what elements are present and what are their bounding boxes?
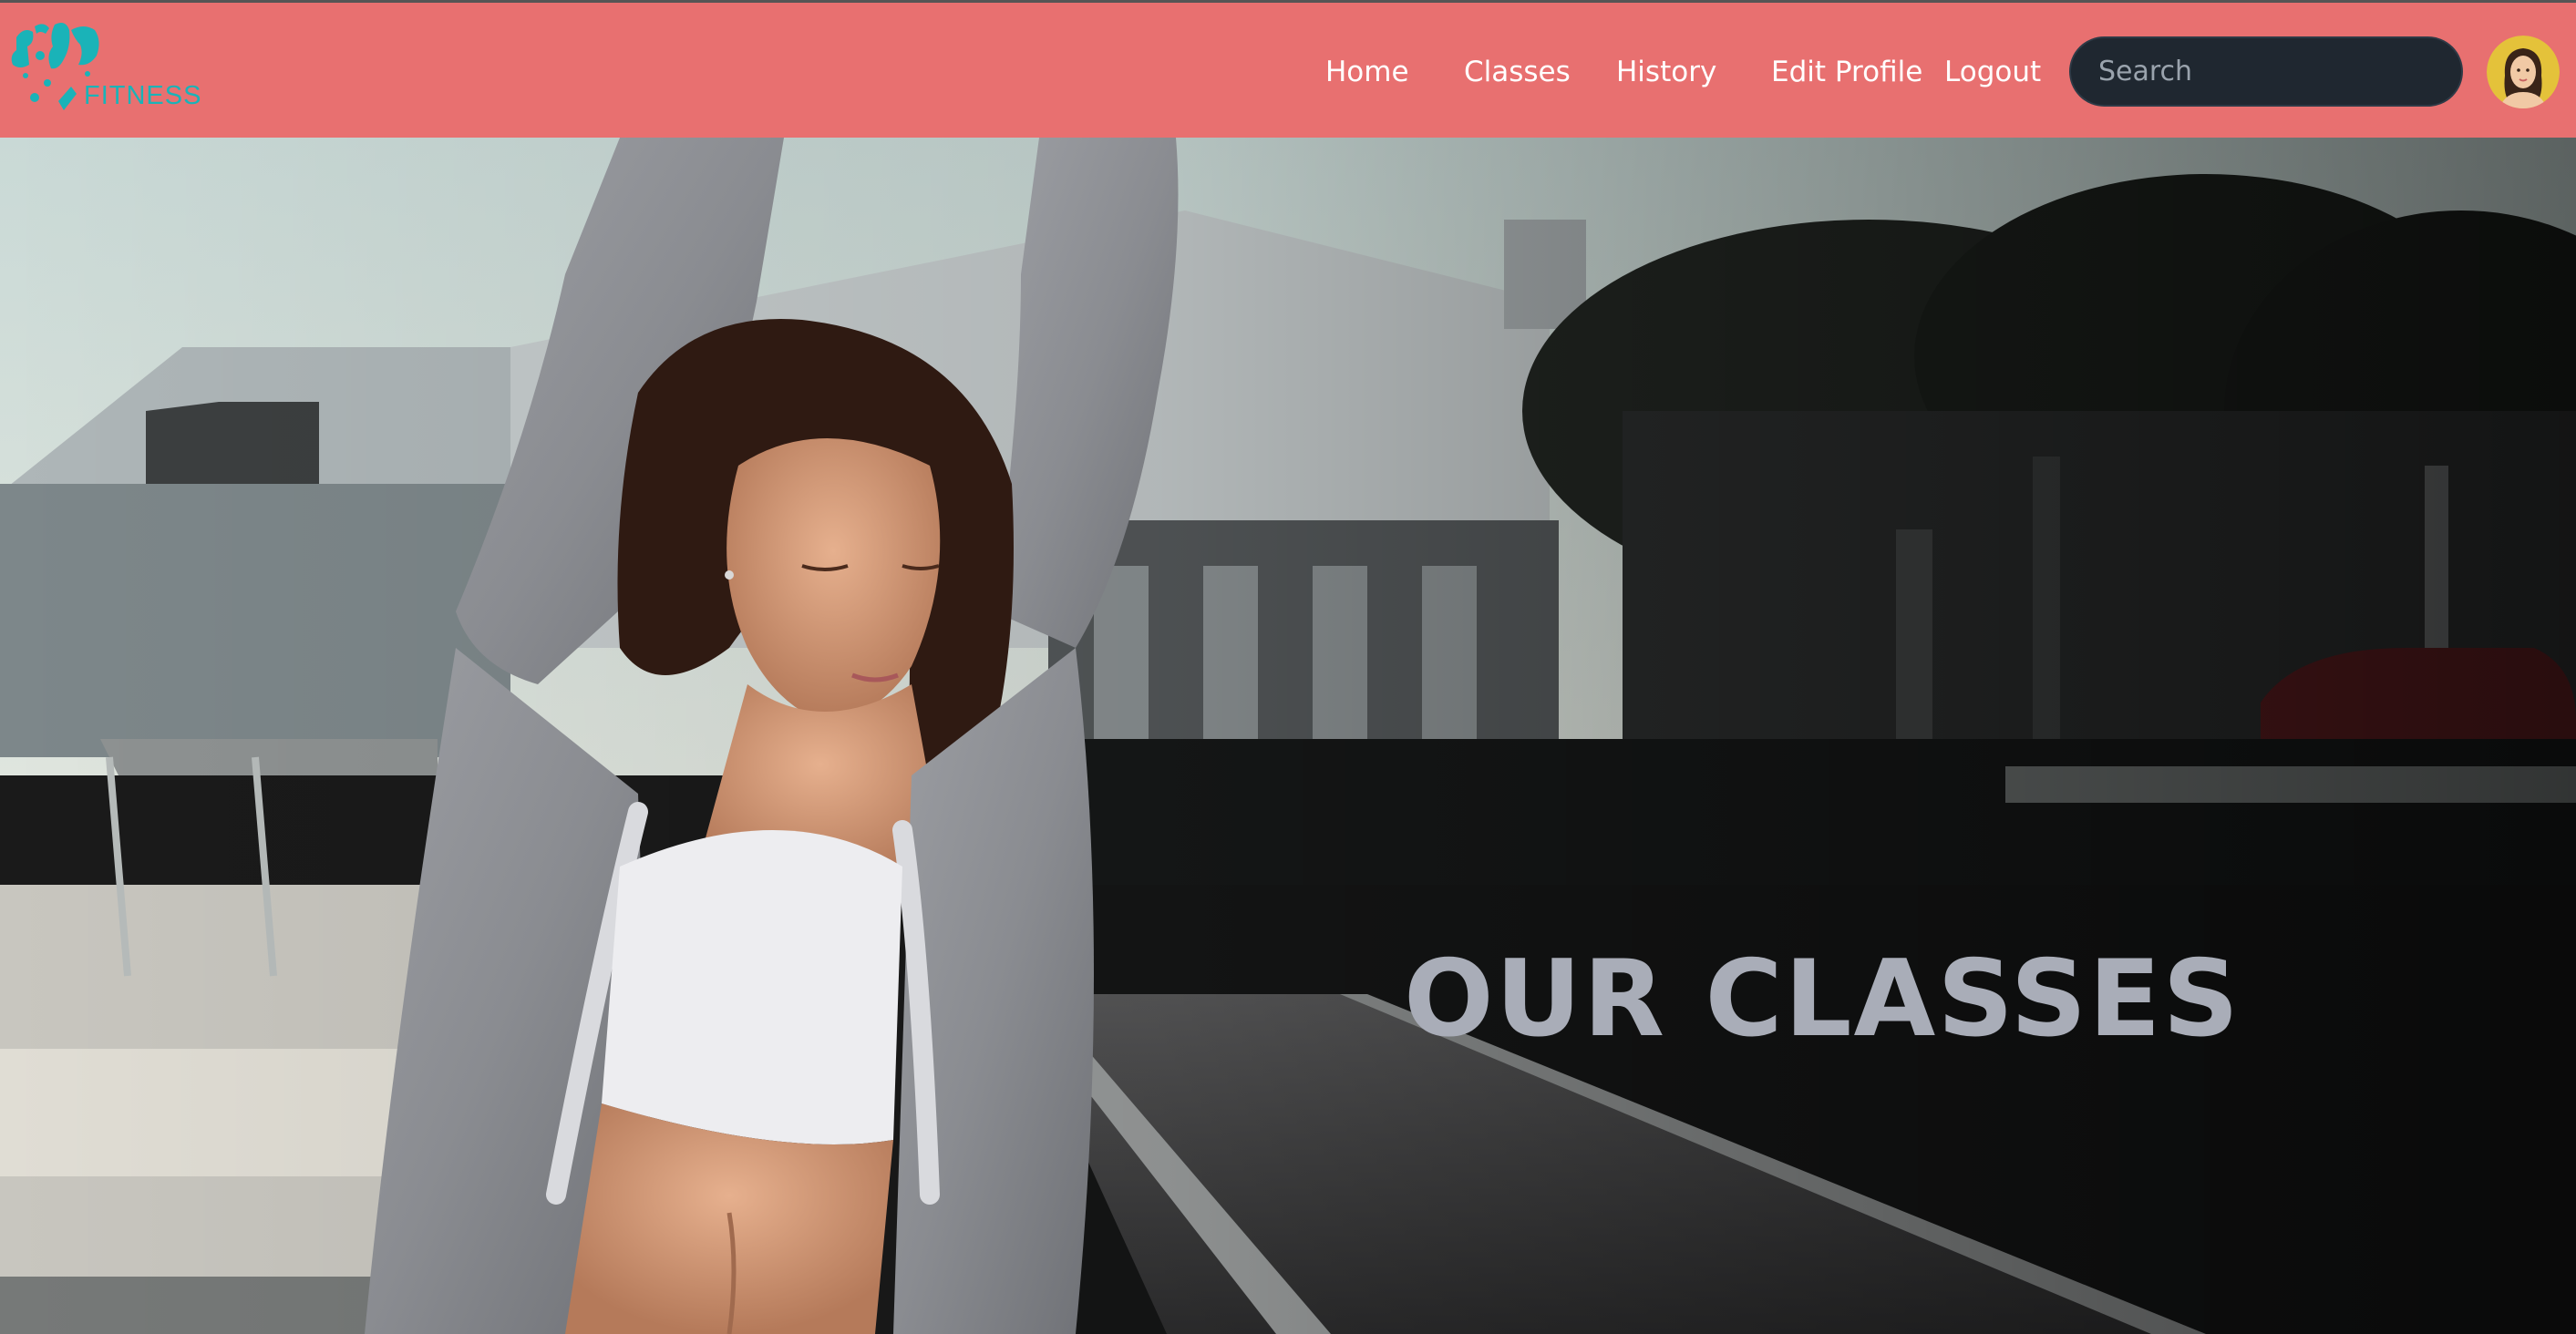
- nav-home[interactable]: Home: [1325, 56, 1409, 88]
- nav-logout[interactable]: Logout: [1944, 56, 2041, 88]
- page: FITNESS Home Classes History Edit Profil…: [0, 0, 2576, 1334]
- nav-classes[interactable]: Classes: [1464, 56, 1571, 88]
- navbar: FITNESS Home Classes History Edit Profil…: [0, 0, 2576, 138]
- avatar-icon: [2487, 36, 2560, 108]
- hero-title: OUR CLASSES: [1404, 937, 2241, 1061]
- search-input[interactable]: [2069, 36, 2463, 107]
- logo-text: FITNESS: [84, 81, 202, 110]
- nav-edit-profile[interactable]: Edit Profile: [1771, 56, 1922, 88]
- hero-image: [0, 138, 2576, 1334]
- hero-banner: OUR CLASSES: [0, 138, 2576, 1334]
- nav-history[interactable]: History: [1616, 56, 1716, 88]
- brand-logo[interactable]: FITNESS: [7, 19, 201, 124]
- user-avatar[interactable]: [2487, 36, 2560, 108]
